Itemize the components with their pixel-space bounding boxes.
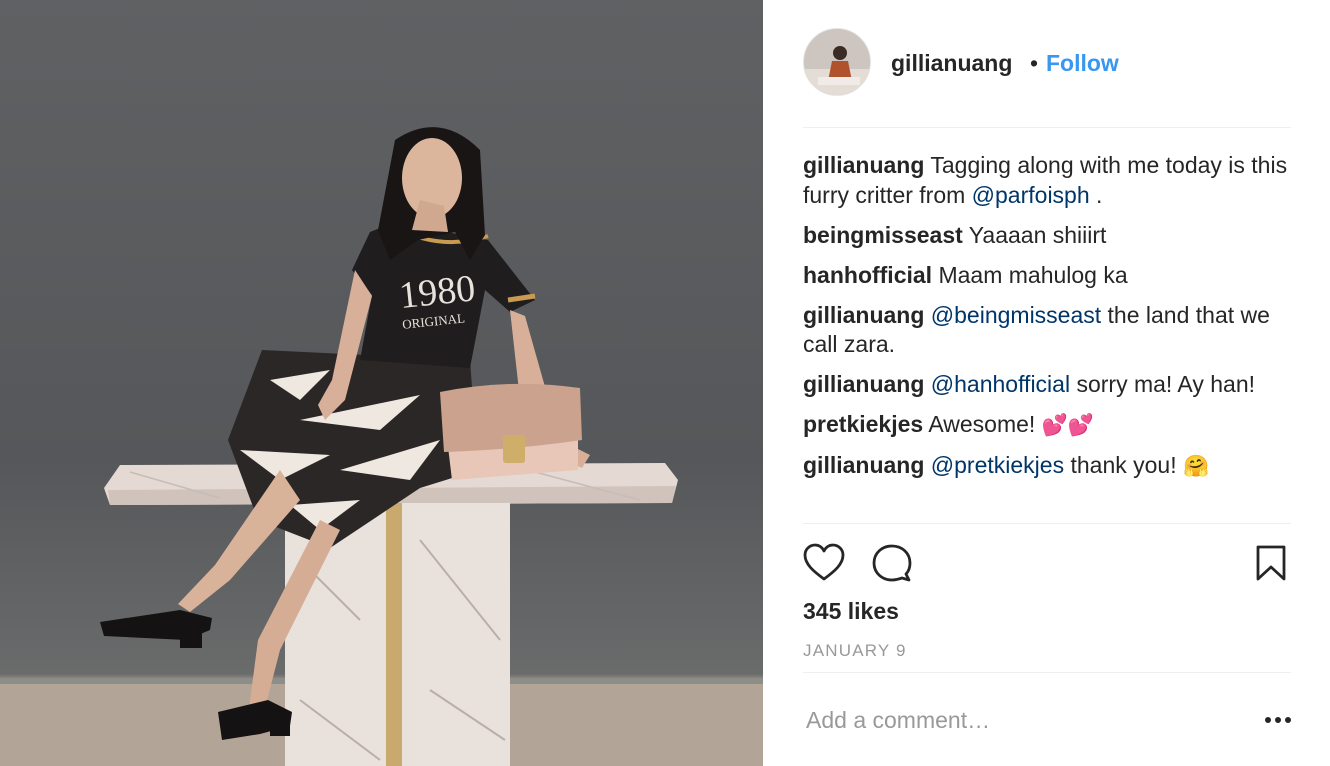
post-photo[interactable]: 1980 ORIGINAL — [0, 0, 763, 766]
comment-item: gillianuang Tagging along with me today … — [803, 151, 1293, 210]
comment-item: gillianuang @beingmisseast the land that… — [803, 301, 1293, 360]
comment-item: pretkiekjes Awesome! 💕💕 — [803, 410, 1293, 441]
comment-username[interactable]: beingmisseast — [803, 222, 963, 248]
comment-text-after: sorry ma! Ay han! — [1070, 371, 1256, 397]
avatar-photo — [804, 29, 870, 95]
hugging-face-emoji-icon: 🤗 — [1183, 454, 1210, 478]
comment-item: gillianuang @pretkiekjes thank you! 🤗 — [803, 451, 1293, 482]
comment-username[interactable]: gillianuang — [803, 152, 924, 178]
ellipsis-icon[interactable] — [1264, 712, 1292, 728]
comment-mention[interactable]: @parfoisph — [972, 182, 1090, 208]
comment-username[interactable]: hanhofficial — [803, 262, 932, 288]
tshirt-print-1980: 1980 — [397, 267, 477, 317]
speech-bubble-icon[interactable] — [871, 543, 913, 583]
comment-mention[interactable]: @hanhofficial — [931, 371, 1070, 397]
comment-text: Awesome! — [928, 411, 1042, 437]
bookmark-outline-icon[interactable] — [1255, 544, 1287, 582]
add-comment-input[interactable] — [803, 700, 1249, 740]
comment-username[interactable]: gillianuang — [803, 371, 924, 397]
comment-username[interactable]: gillianuang — [803, 302, 924, 328]
comment-text-after: . — [1089, 181, 1103, 208]
comments-list: gillianuang Tagging along with me today … — [803, 151, 1293, 492]
avatar[interactable] — [803, 28, 871, 96]
comment-username[interactable]: pretkiekjes — [803, 411, 923, 437]
comment-text-after: thank you! — [1064, 452, 1183, 478]
brass-inlay — [386, 503, 402, 766]
post-date[interactable]: JANUARY 9 — [803, 641, 907, 661]
header-separator-dot: • — [1030, 50, 1039, 76]
comment-mention[interactable]: @beingmisseast — [931, 302, 1101, 328]
likes-count[interactable]: 345 likes — [803, 598, 899, 625]
comment-item: beingmisseast Yaaaan shiiirt — [803, 221, 1293, 251]
comment-username[interactable]: gillianuang — [803, 452, 924, 478]
post-side-panel: gillianuang • Follow gillianuang Tagging… — [763, 0, 1330, 766]
photo-illustration: 1980 ORIGINAL — [0, 127, 763, 766]
comment-item: hanhofficial Maam mahulog ka — [803, 261, 1293, 291]
two-hearts-emoji-icon: 💕💕 — [1041, 413, 1094, 437]
comment-text: Maam mahulog ka — [938, 261, 1128, 288]
post-author-username[interactable]: gillianuang — [891, 50, 1012, 77]
bag-clasp — [503, 435, 525, 463]
header-divider — [803, 127, 1291, 128]
heart-outline-icon[interactable] — [803, 543, 845, 583]
comment-text: Yaaaan shiiirt — [968, 221, 1107, 248]
footer-divider — [803, 672, 1291, 673]
comments-divider — [803, 523, 1291, 524]
follow-button[interactable]: Follow — [1046, 50, 1119, 77]
comment-item: gillianuang @hanhofficial sorry ma! Ay h… — [803, 370, 1293, 400]
comment-mention[interactable]: @pretkiekjes — [931, 452, 1064, 478]
